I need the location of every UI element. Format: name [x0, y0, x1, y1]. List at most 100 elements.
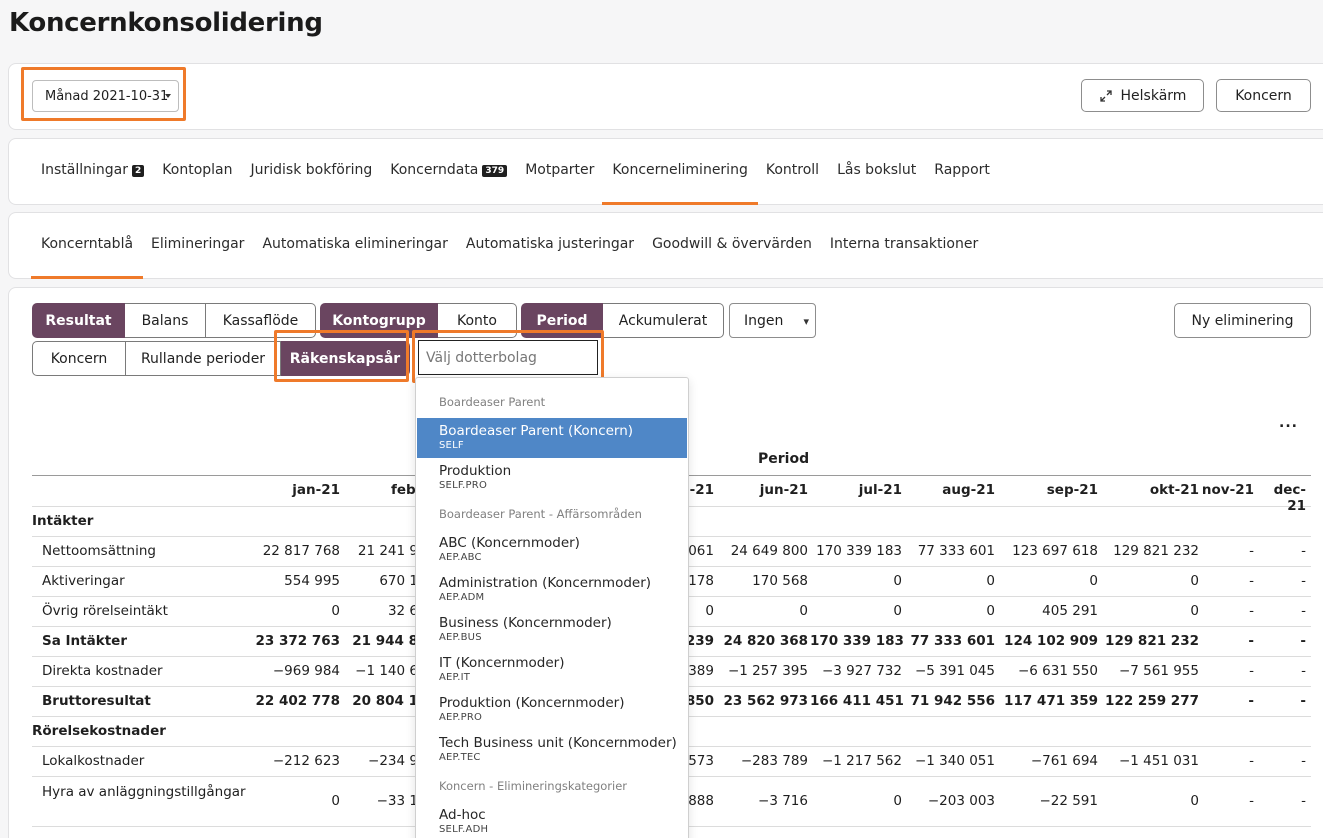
toggle-kontogrupp[interactable]: Kontogrupp	[320, 303, 438, 338]
option-name: IT (Koncernmoder)	[439, 655, 565, 671]
dropdown-option[interactable]: IT (Koncernmoder) AEP.IT	[417, 650, 687, 690]
tab-label: Koncerntablå	[41, 236, 134, 252]
table-cell: 554 995	[284, 573, 340, 589]
table-cell: -	[1300, 633, 1306, 649]
dropdown-group-label: Boardeaser Parent	[439, 395, 546, 409]
month-header: jun-21	[759, 482, 808, 498]
table-cell: 71 942 556	[910, 693, 995, 709]
dropdown-group-label: Boardeaser Parent - Affärsområden	[439, 507, 642, 521]
table-cell: 24 649 800	[730, 543, 808, 559]
tab-interna-transaktioner[interactable]: Interna transaktioner	[830, 236, 978, 262]
table-cell: −761 694	[1030, 753, 1098, 769]
tab-juridisk-bokforing[interactable]: Juridisk bokföring	[251, 162, 373, 188]
table-cell: -	[1300, 693, 1306, 709]
option-code: SELF.PRO	[439, 480, 488, 491]
tab-motparter[interactable]: Motparter	[525, 162, 594, 188]
comparison-select[interactable]: Ingen ▾	[729, 303, 816, 338]
koncern-button[interactable]: Koncern	[1216, 79, 1311, 112]
tab-koncerntabla[interactable]: Koncerntablå	[30, 236, 144, 279]
toggle-rakenskapsar[interactable]: Räkenskapsår	[281, 341, 410, 376]
comparison-select-value: Ingen	[744, 312, 784, 329]
table-cell: -	[1249, 573, 1254, 589]
tab-koncerndata[interactable]: Koncerndata 379	[390, 162, 508, 188]
tab-goodwill[interactable]: Goodwill & övervärden	[652, 236, 812, 262]
option-code: SELF	[439, 440, 464, 451]
toggle-ackumulerat[interactable]: Ackumulerat	[603, 303, 724, 338]
toggle-kassaflode[interactable]: Kassaflöde	[206, 303, 316, 338]
tab-label: Motparter	[525, 162, 595, 178]
count-badge: 2	[132, 165, 145, 177]
tab-las-bokslut[interactable]: Lås bokslut	[837, 162, 916, 188]
option-code: AEP.PRO	[439, 712, 483, 723]
table-cell: 20 804 1	[352, 693, 418, 709]
section-label: Rörelsekostnader	[32, 723, 166, 739]
tab-automatiska-justeringar[interactable]: Automatiska justeringar	[466, 236, 634, 262]
option-name: Tech Business unit (Koncernmoder)	[439, 735, 677, 751]
table-cell: −203 003	[927, 793, 995, 809]
tab-label: Lås bokslut	[837, 162, 917, 178]
table-cell: 32 6	[387, 603, 418, 619]
table-cell: −3 716	[758, 793, 808, 809]
toggle-konto[interactable]: Konto	[438, 303, 517, 338]
table-cell: 405 291	[1042, 603, 1098, 619]
dropdown-option[interactable]: Tech Business unit (Koncernmoder) AEP.TE…	[417, 730, 687, 770]
dropdown-option[interactable]: Produktion SELF.PRO	[417, 458, 687, 498]
toggle-rullande-perioder[interactable]: Rullande perioder	[126, 341, 281, 376]
count-badge: 379	[482, 165, 508, 177]
dropdown-option[interactable]: ABC (Koncernmoder) AEP.ABC	[417, 530, 687, 570]
tab-kontroll[interactable]: Kontroll	[766, 162, 819, 188]
dropdown-option[interactable]: Boardeaser Parent (Koncern) SELF	[417, 418, 687, 458]
tab-label: Kontoplan	[162, 162, 233, 178]
tab-label: Automatiska justeringar	[465, 236, 635, 252]
table-cell: 21 241 9	[357, 543, 418, 559]
table-cell: −22 591	[1039, 793, 1098, 809]
toggle-period[interactable]: Period	[521, 303, 603, 338]
toggle-balans[interactable]: Balans	[125, 303, 206, 338]
table-cell: −1 340 051	[914, 753, 995, 769]
toggle-koncern[interactable]: Koncern	[32, 341, 126, 376]
option-name: Ad-hoc	[439, 807, 486, 823]
tab-koncerneliminering[interactable]: Koncerneliminering	[602, 162, 759, 205]
dropdown-option[interactable]: Business (Koncernmoder) AEP.BUS	[417, 610, 687, 650]
tab-rapport[interactable]: Rapport	[934, 162, 990, 188]
table-cell: −1 257 395	[727, 663, 808, 679]
toggle-resultat[interactable]: Resultat	[32, 303, 125, 338]
table-cell: 0	[331, 793, 340, 809]
table-cell: −1 451 031	[1118, 753, 1199, 769]
dropdown-option[interactable]: Ad-hoc SELF.ADH	[417, 802, 687, 838]
table-cell: 0	[893, 573, 902, 589]
option-name: Administration (Koncernmoder)	[439, 575, 652, 591]
subsidiary-dropdown: Boardeaser Parent Boardeaser Parent (Kon…	[415, 377, 689, 838]
tab-label: Juridisk bokföring	[250, 162, 373, 178]
period-select[interactable]: Månad 2021-10-31	[32, 80, 179, 112]
subsidiary-search-input[interactable]: Välj dotterbolag	[418, 340, 598, 375]
more-options-icon[interactable]: ...	[1279, 415, 1298, 431]
chevron-down-icon: ▾	[803, 315, 809, 328]
month-header: dec-21	[1273, 482, 1306, 514]
option-name: ABC (Koncernmoder)	[439, 535, 580, 551]
table-cell: −1 140 6	[355, 663, 418, 679]
fullscreen-button[interactable]: Helskärm	[1081, 79, 1204, 112]
table-cell: 77 333 601	[910, 633, 995, 649]
table-cell: 0	[1089, 573, 1098, 589]
table-cell: 23 372 763	[255, 633, 340, 649]
dropdown-option[interactable]: Administration (Koncernmoder) AEP.ADM	[417, 570, 687, 610]
table-cell: −212 623	[272, 753, 340, 769]
table-cell: 0	[893, 603, 902, 619]
dropdown-option[interactable]: Produktion (Koncernmoder) AEP.PRO	[417, 690, 687, 730]
row-label: Övrig rörelseintäkt	[42, 603, 168, 619]
table-cell: 22 817 768	[262, 543, 340, 559]
tab-label: Interna transaktioner	[829, 236, 979, 252]
expand-icon	[1099, 89, 1112, 102]
new-elimination-button[interactable]: Ny eliminering	[1174, 303, 1311, 338]
tab-installningar[interactable]: Inställningar 2	[41, 162, 145, 188]
option-name: Boardeaser Parent (Koncern)	[439, 423, 634, 439]
table-cell: -	[1301, 663, 1306, 679]
tab-elimineringar[interactable]: Elimineringar	[151, 236, 244, 262]
sub-tabs: Koncerntablå Elimineringar Automatiska e…	[30, 236, 996, 279]
tab-automatiska-elimineringar[interactable]: Automatiska elimineringar	[262, 236, 447, 262]
tab-kontoplan[interactable]: Kontoplan	[162, 162, 232, 188]
table-cell: −7 561 955	[1118, 663, 1199, 679]
tab-label: Inställningar	[41, 162, 129, 178]
row-label: Direkta kostnader	[42, 663, 163, 679]
